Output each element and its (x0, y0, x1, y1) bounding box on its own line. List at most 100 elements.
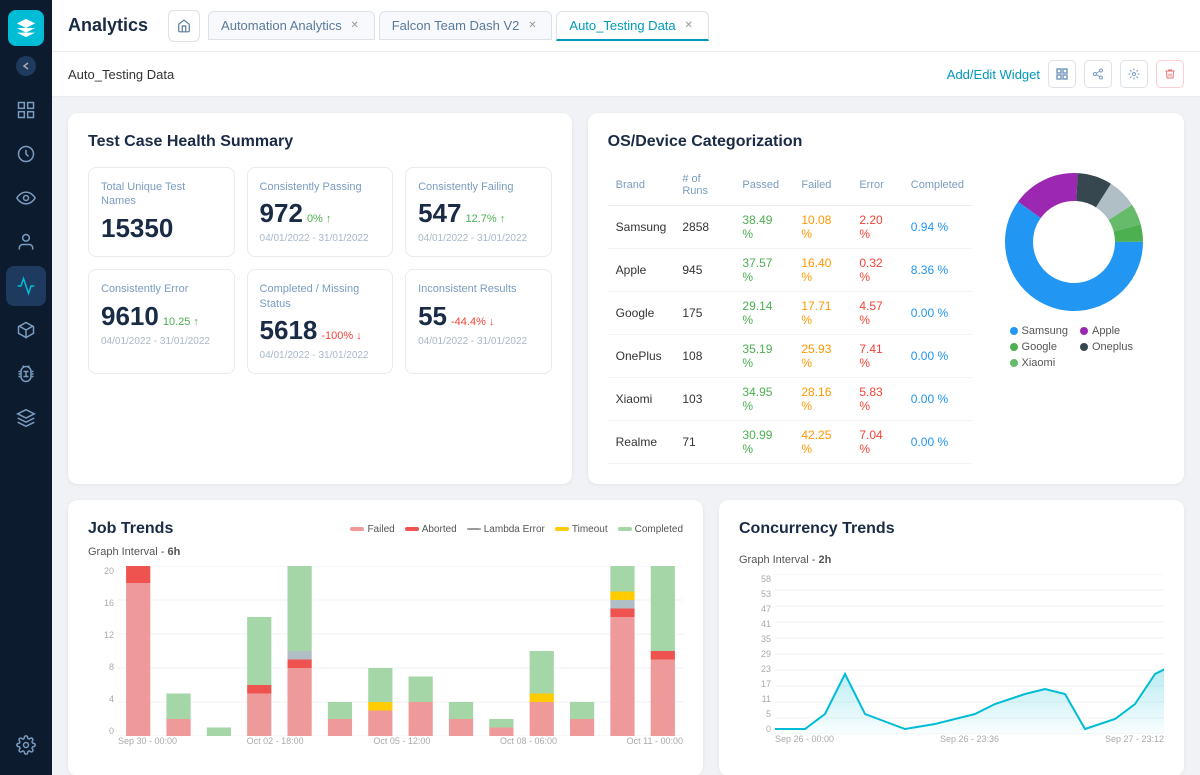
job-y-axis: 20 16 12 8 4 0 (90, 566, 114, 736)
os-table-wrap: Brand # of Runs Passed Failed Error Comp… (608, 167, 972, 464)
os-table: Brand # of Runs Passed Failed Error Comp… (608, 167, 972, 464)
apple-dot (1080, 327, 1088, 335)
health-value-total: 15350 (101, 213, 222, 244)
grid-view-button[interactable] (1048, 60, 1076, 88)
health-item-passing: Consistently Passing 972 0% ↑ 04/01/2022… (247, 167, 394, 257)
tab-close-autotesting[interactable]: ✕ (682, 18, 696, 32)
sidebar (0, 0, 52, 775)
legend-aborted: Aborted (405, 524, 457, 535)
tab-close-automation[interactable]: ✕ (348, 19, 362, 33)
job-trends-title: Job Trends (88, 520, 173, 538)
row-1: Test Case Health Summary Total Unique Te… (68, 113, 1184, 484)
samsung-dot (1010, 327, 1018, 335)
subheader-title: Auto_Testing Data (68, 67, 174, 82)
os-table-row: Xiaomi 103 34.95 % 28.16 % 5.83 % 0.00 % (608, 378, 972, 421)
subheader-actions: Add/Edit Widget (947, 60, 1184, 88)
health-delta-passing: 0% ↑ (307, 213, 331, 225)
sidebar-item-layers[interactable] (6, 398, 46, 438)
sidebar-item-settings[interactable] (6, 725, 46, 765)
job-interval: Graph Interval - 6h (88, 546, 683, 558)
os-categorization-card: OS/Device Categorization Brand # of Runs… (588, 113, 1184, 484)
job-bars-svg (118, 566, 683, 736)
tab-close-falcon[interactable]: ✕ (525, 19, 539, 33)
timeout-swatch (555, 527, 569, 531)
tab-automation[interactable]: Automation Analytics ✕ (208, 11, 375, 40)
oneplus-dot (1080, 343, 1088, 351)
legend-google: Google (1010, 341, 1068, 353)
home-button[interactable] (168, 10, 200, 42)
sidebar-item-eye[interactable] (6, 178, 46, 218)
share-button[interactable] (1084, 60, 1112, 88)
health-value-failing: 547 12.7% ↑ (418, 198, 539, 229)
health-summary-title: Test Case Health Summary (88, 133, 552, 151)
concurrency-x-axis: Sep 26 - 00:00 Sep 26 - 23:36 Sep 27 - 2… (775, 734, 1164, 754)
health-date-inconsistent: 04/01/2022 - 31/01/2022 (418, 336, 539, 347)
health-label-passing: Consistently Passing (260, 180, 381, 194)
legend-xiaomi: Xiaomi (1010, 357, 1068, 369)
sidebar-item-bug[interactable] (6, 354, 46, 394)
tab-falcon[interactable]: Falcon Team Dash V2 ✕ (379, 11, 553, 40)
health-delta-error: 10.25 ↑ (163, 316, 199, 328)
health-date-completed: 04/01/2022 - 31/01/2022 (260, 350, 381, 361)
sidebar-item-person[interactable] (6, 222, 46, 262)
health-label-completed: Completed / Missing Status (260, 282, 381, 311)
job-chart-inner (118, 566, 683, 736)
os-table-row: Google 175 29.14 % 17.71 % 4.57 % 0.00 % (608, 292, 972, 335)
col-error: Error (851, 167, 902, 206)
xiaomi-dot (1010, 359, 1018, 367)
legend-lambda: Lambda Error (467, 524, 545, 535)
sidebar-item-analytics[interactable] (6, 266, 46, 306)
donut-chart-wrap: Samsung Apple Google (984, 167, 1164, 369)
concurrency-interval: Graph Interval - 2h (739, 554, 1164, 566)
donut-legend: Samsung Apple Google (1010, 325, 1139, 369)
col-brand: Brand (608, 167, 675, 206)
health-item-failing: Consistently Failing 547 12.7% ↑ 04/01/2… (405, 167, 552, 257)
content-area: Test Case Health Summary Total Unique Te… (52, 97, 1200, 775)
job-trends-header: Job Trends Failed Aborted Lambda Erro (88, 520, 683, 538)
health-item-inconsistent: Inconsistent Results 55 -44.4% ↓ 04/01/2… (405, 269, 552, 374)
sidebar-collapse-button[interactable] (16, 56, 36, 76)
concurrency-chart-area: 58 53 47 41 35 29 23 17 11 5 0 (775, 574, 1164, 754)
job-chart-area: 20 16 12 8 4 0 (118, 566, 683, 756)
health-summary-card: Test Case Health Summary Total Unique Te… (68, 113, 572, 484)
sidebar-item-clock[interactable] (6, 134, 46, 174)
health-item-completed: Completed / Missing Status 5618 -100% ↓ … (247, 269, 394, 374)
concurrency-y-axis: 58 53 47 41 35 29 23 17 11 5 0 (741, 574, 771, 734)
app-title: Analytics (68, 15, 148, 36)
google-dot (1010, 343, 1018, 351)
row-2: Job Trends Failed Aborted Lambda Erro (68, 500, 1184, 775)
health-label-failing: Consistently Failing (418, 180, 539, 194)
health-value-completed: 5618 -100% ↓ (260, 315, 381, 346)
add-edit-widget-button[interactable]: Add/Edit Widget (947, 67, 1040, 82)
concurrency-line-svg (775, 574, 1164, 734)
sidebar-item-dashboard[interactable] (6, 90, 46, 130)
legend-completed: Completed (618, 524, 683, 535)
health-label-total: Total Unique Test Names (101, 180, 222, 209)
health-label-error: Consistently Error (101, 282, 222, 296)
col-passed: Passed (734, 167, 793, 206)
health-value-error: 9610 10.25 ↑ (101, 301, 222, 332)
app-logo[interactable] (8, 10, 44, 46)
delete-button[interactable] (1156, 60, 1184, 88)
sidebar-item-cube[interactable] (6, 310, 46, 350)
os-layout: Brand # of Runs Passed Failed Error Comp… (608, 167, 1164, 464)
failed-swatch (350, 527, 364, 531)
concurrency-title: Concurrency Trends (739, 520, 1164, 538)
health-label-inconsistent: Inconsistent Results (418, 282, 539, 296)
subheader: Auto_Testing Data Add/Edit Widget (52, 52, 1200, 97)
donut-chart (999, 167, 1149, 317)
tab-autotesting[interactable]: Auto_Testing Data ✕ (556, 11, 708, 41)
settings-button[interactable] (1120, 60, 1148, 88)
col-completed: Completed (903, 167, 972, 206)
col-runs: # of Runs (674, 167, 734, 206)
legend-samsung: Samsung (1010, 325, 1068, 337)
os-table-row: OnePlus 108 35.19 % 25.93 % 7.41 % 0.00 … (608, 335, 972, 378)
job-trends-legend: Failed Aborted Lambda Error Timeout (350, 524, 683, 535)
legend-oneplus: Oneplus (1080, 341, 1138, 353)
lambda-swatch (467, 528, 481, 530)
health-delta-completed: -100% ↓ (321, 330, 361, 342)
health-item-error: Consistently Error 9610 10.25 ↑ 04/01/20… (88, 269, 235, 374)
os-title: OS/Device Categorization (608, 133, 1164, 151)
legend-timeout: Timeout (555, 524, 608, 535)
os-table-row: Apple 945 37.57 % 16.40 % 0.32 % 8.36 % (608, 249, 972, 292)
